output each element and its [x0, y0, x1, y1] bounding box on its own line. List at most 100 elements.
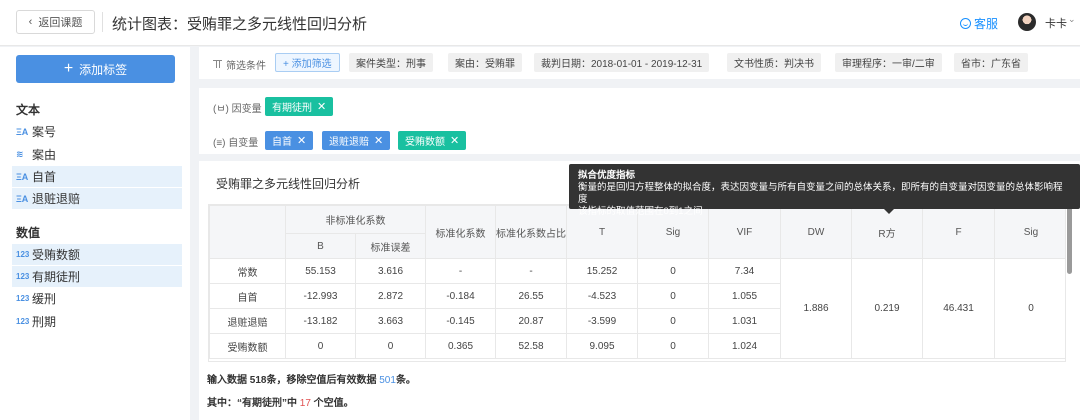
filter-chip-procedure[interactable]: 审理程序：一审/二审 [835, 53, 942, 72]
header-beta-pct: 标准化系数占比 [495, 205, 567, 259]
tooltip-line: 衡量的是回归方程整体的拟合度，表达因变量与所有自变量之间的总体关系，即所有的自变… [578, 182, 1063, 205]
cell-dw: 1.886 [780, 258, 852, 359]
tag-label: 退赃退赔 [329, 137, 369, 148]
dependent-variable-label: (ㅂ) 因变量 [213, 104, 262, 115]
cell-model-sig: 0 [994, 258, 1065, 359]
table-row: 常数 55.153 3.616 - - 15.252 0 7.34 1.886 … [209, 258, 1065, 359]
sidebar-item-label: 退赃退赔 [32, 192, 81, 206]
numeric-field-icon: 123 [16, 317, 30, 326]
add-filter-button[interactable]: + 添加筛选 [275, 53, 340, 72]
filter-chip-cause[interactable]: 案由：受贿罪 [448, 53, 522, 72]
cell-f: 46.431 [922, 258, 995, 359]
sidebar-item-sentence[interactable]: 123 刑期 [12, 311, 182, 332]
row-name: 自首 [209, 283, 286, 309]
cell-beta-pct: 52.58 [495, 333, 567, 359]
cell-t: 15.252 [566, 258, 638, 284]
cell-sig: 0 [637, 308, 709, 334]
cell-std-err: 0 [355, 333, 426, 359]
filter-label: 筛选条件 [213, 57, 266, 72]
tooltip-title: 拟合优度指标 [578, 170, 636, 181]
sidebar-item-label: 刑期 [32, 315, 57, 329]
funnel-icon [213, 60, 222, 69]
note-text: 输入数据 [207, 375, 250, 386]
row-name: 退赃退赔 [209, 308, 286, 334]
tag-label: 受贿数额 [405, 137, 445, 148]
row-name: 常数 [209, 258, 286, 284]
filter-chip-case-type[interactable]: 案件类型：刑事 [349, 53, 433, 72]
valid-count: 501 [379, 375, 396, 386]
cell-beta: -0.145 [425, 308, 496, 334]
note-text: 条。 [395, 375, 416, 386]
cell-t: 9.095 [566, 333, 638, 359]
cell-beta-pct: 20.87 [495, 308, 567, 334]
input-count: 518 [249, 375, 267, 386]
tag-label: 自首 [272, 137, 292, 148]
close-icon[interactable]: ✕ [297, 134, 306, 147]
username[interactable]: 卡卡 [1045, 15, 1067, 31]
sidebar-item-case-number[interactable]: ΞA 案号 [12, 121, 182, 142]
sidebar-item-label: 案由 [32, 148, 57, 162]
smiley-icon [960, 18, 971, 29]
add-tag-button[interactable]: + 添加标签 [16, 55, 175, 83]
cell-std-err: 3.663 [355, 308, 426, 334]
note-text: 个空值。 [310, 398, 354, 409]
independent-variable-tag[interactable]: 受贿数额 ✕ [398, 131, 467, 150]
close-icon[interactable]: ✕ [374, 134, 383, 147]
cell-b: 55.153 [285, 258, 356, 284]
text-group-title: 文本 [16, 103, 41, 117]
numeric-group-title: 数值 [16, 226, 41, 240]
numeric-field-icon: 123 [16, 294, 30, 303]
input-data-note: 输入数据 518条，移除空值后有效数据 501条。 [207, 371, 416, 386]
cell-sig: 0 [637, 258, 709, 284]
sidebar-item-cause[interactable]: ≋ 案由 [12, 144, 182, 165]
cell-beta: - [425, 258, 496, 284]
header-std-err: 标准误差 [355, 233, 426, 259]
cell-beta-pct: 26.55 [495, 283, 567, 309]
close-icon[interactable]: ✕ [317, 100, 326, 113]
sidebar-item-prison-term[interactable]: 123 有期徒刑 [12, 266, 182, 287]
sidebar-item-surrender[interactable]: ΞA 自首 [12, 166, 182, 187]
filter-chip-document-type[interactable]: 文书性质：判决书 [727, 53, 821, 72]
sidebar-item-probation[interactable]: 123 缓刑 [12, 288, 182, 309]
cell-std-err: 2.872 [355, 283, 426, 309]
back-to-topic-button[interactable]: ‹ 返回课题 [16, 10, 95, 34]
cell-beta: -0.184 [425, 283, 496, 309]
tooltip-line: 该指标的取值范围在0到1之间 [578, 206, 703, 217]
row-header-cell [209, 205, 286, 259]
sidebar-item-label: 受贿数额 [32, 248, 81, 262]
sidebar: + 添加标签 文本 ΞA 案号 ≋ 案由 ΞA 自首 ΞA 退赃退赔 数值 12… [0, 47, 190, 420]
cell-sig: 0 [637, 333, 709, 359]
cell-b: -12.993 [285, 283, 356, 309]
cell-sig: 0 [637, 283, 709, 309]
close-icon[interactable]: ✕ [450, 134, 459, 147]
add-tag-label: 添加标签 [79, 62, 128, 77]
chevron-down-icon[interactable]: ⌄ [1068, 14, 1076, 25]
dependent-variable-tag[interactable]: 有期徒刑 ✕ [265, 97, 334, 116]
regression-table-container: 非标准化系数 标准化系数 标准化系数占比 T Sig VIF DW R方 F S… [208, 204, 1066, 362]
independent-variable-tag[interactable]: 自首 ✕ [265, 131, 314, 150]
cell-b: 0 [285, 333, 356, 359]
null-value-note: 其中：“有期徒刑”中 17 个空值。 [207, 394, 354, 409]
section-title: 受贿罪之多元线性回归分析 [216, 177, 361, 191]
back-button-label: 返回课题 [38, 17, 83, 29]
independent-variable-tag[interactable]: 退赃退赔 ✕ [322, 131, 391, 150]
page-title: 统计图表：受贿罪之多元线性回归分析 [112, 16, 368, 33]
regression-table: 非标准化系数 标准化系数 标准化系数占比 T Sig VIF DW R方 F S… [209, 205, 1065, 359]
numeric-field-icon: 123 [16, 250, 30, 259]
filter-chip-judgment-date[interactable]: 裁判日期：2018-01-01 - 2019-12-31 [534, 53, 710, 72]
header-beta: 标准化系数 [425, 205, 496, 259]
cell-vif: 1.055 [708, 283, 781, 309]
cell-vif: 7.34 [708, 258, 781, 284]
sidebar-item-bribe-amount[interactable]: 123 受贿数额 [12, 244, 182, 265]
header-b: B [285, 233, 356, 259]
sidebar-item-label: 有期徒刑 [32, 270, 81, 284]
chevron-left-icon: ‹ [28, 16, 33, 28]
avatar[interactable] [1018, 13, 1036, 31]
tooltip-arrow [884, 209, 894, 214]
goodness-of-fit-tooltip: 拟合优度指标 衡量的是回归方程整体的拟合度，表达因变量与所有自变量之间的总体关系… [569, 164, 1080, 217]
filter-chip-province[interactable]: 省市：广东省 [954, 53, 1028, 72]
sidebar-item-restitution[interactable]: ΞA 退赃退赔 [12, 188, 182, 209]
cell-vif: 1.031 [708, 308, 781, 334]
customer-service-link[interactable]: 客服 [960, 15, 998, 32]
row-name: 受贿数额 [209, 333, 286, 359]
